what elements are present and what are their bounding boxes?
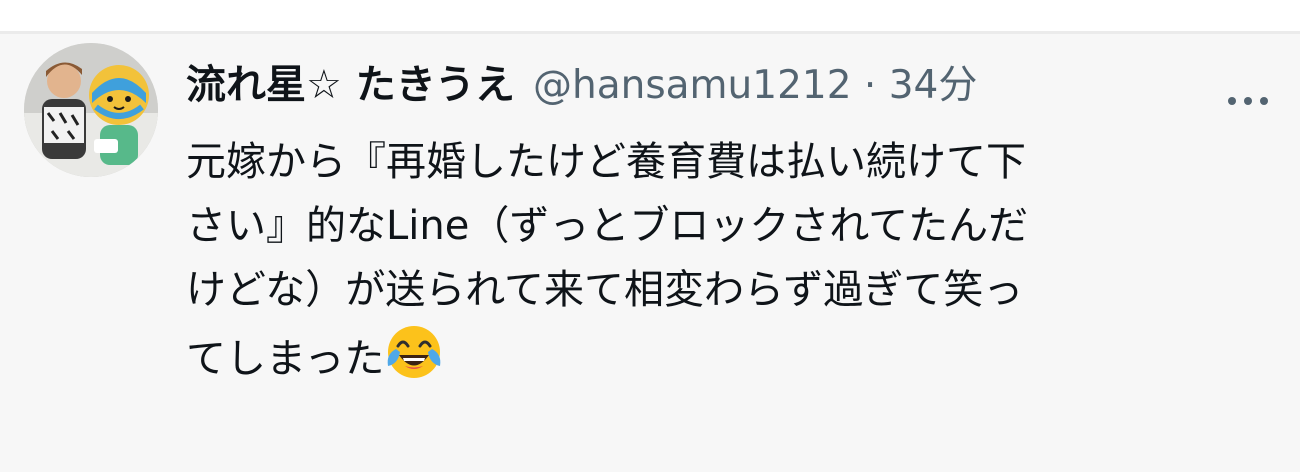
handle[interactable]: @hansamu1212 — [533, 63, 852, 108]
separator: · — [863, 63, 877, 108]
avatar-photo — [24, 43, 158, 177]
tweet-text-line: 元嫁から『再婚したけど養育費は払い続けて下 — [186, 139, 1026, 185]
more-horizontal-icon — [1244, 97, 1252, 105]
timestamp[interactable]: 34分 — [889, 63, 978, 108]
tweet-text-line: けどな）が送られて来て相変わらず過ぎて笑っ — [186, 267, 1024, 313]
handle-and-time: @hansamu1212 · 34分 — [533, 54, 977, 110]
face-with-tears-of-joy-icon — [388, 326, 441, 378]
tweet-text: 元嫁から『再婚したけど養育費は払い続けて下 さい』的なLine（ずっとブロックさ… — [186, 130, 1250, 391]
display-name[interactable]: 流れ星☆ たきうえ — [186, 52, 515, 110]
more-horizontal-icon — [1228, 97, 1236, 105]
tweet-text-line-last: てしまった — [186, 322, 1250, 391]
avatar[interactable] — [24, 43, 158, 177]
tweet-text-line: さい』的なLine（ずっとブロックされてたんだ — [186, 203, 1029, 249]
tweet-text-line: てしまった — [186, 336, 385, 382]
tweet-header: 流れ星☆ たきうえ @hansamu1212 · 34分 — [186, 52, 977, 108]
more-options-button[interactable] — [1218, 78, 1278, 124]
top-strip — [0, 0, 1300, 31]
more-horizontal-icon — [1260, 97, 1268, 105]
